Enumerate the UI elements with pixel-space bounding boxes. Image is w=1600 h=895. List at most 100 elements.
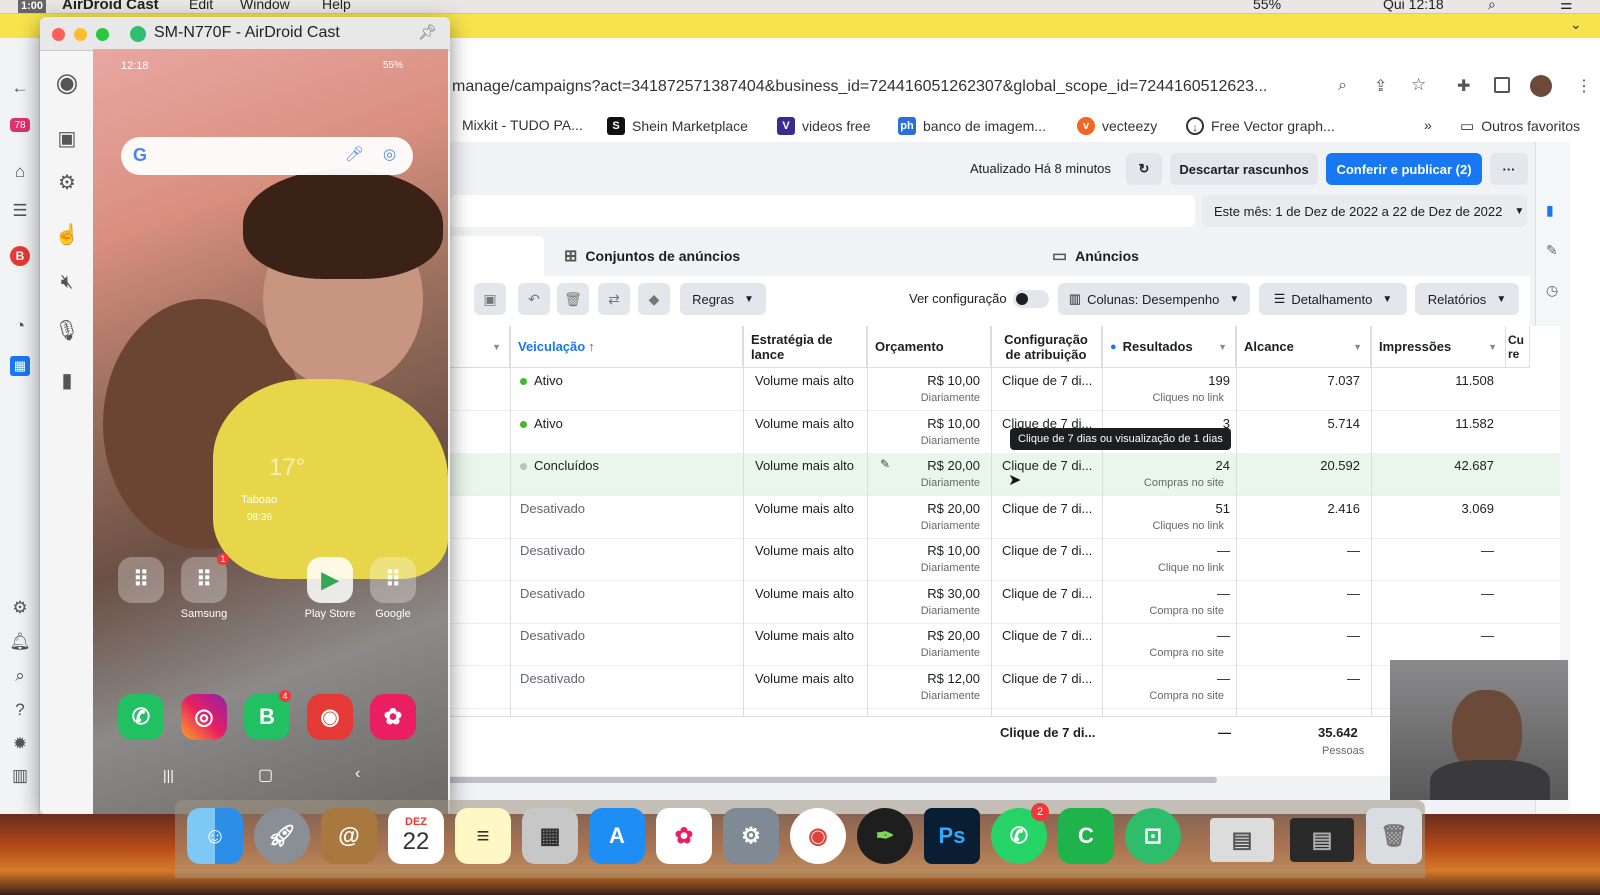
app-gallery[interactable]: ✿: [370, 694, 416, 740]
results-value[interactable]: —: [1130, 671, 1230, 686]
dock-launchpad[interactable]: 🚀︎: [254, 808, 310, 864]
bookmark-shein[interactable]: S Shein Marketplace: [607, 117, 748, 135]
avatar[interactable]: [1530, 75, 1552, 97]
extensions-icon[interactable]: ✚: [1457, 76, 1470, 96]
edit-pencil-icon[interactable]: ✎: [880, 457, 890, 471]
clock[interactable]: Qui 12:18: [1383, 0, 1444, 12]
view-config-toggle[interactable]: [1013, 290, 1049, 308]
more-options-button[interactable]: ···: [1490, 153, 1528, 185]
back-nav-icon[interactable]: ‹: [355, 765, 360, 783]
search-filter-bar[interactable]: [450, 195, 1195, 227]
bookmarks-more[interactable]: »: [1424, 117, 1432, 133]
minimize-window-button[interactable]: [74, 28, 87, 41]
results-value[interactable]: —: [1130, 586, 1230, 601]
close-window-button[interactable]: [52, 28, 65, 41]
dock-airdroid[interactable]: ⊡: [1125, 808, 1181, 864]
mic-off-icon[interactable]: 🎙︎: [54, 317, 80, 343]
table-row[interactable]: Desativado Volume mais alto R$ 10,00 Diaria…: [450, 538, 1560, 581]
user-icon[interactable]: ◉: [54, 67, 80, 97]
menu-help[interactable]: Help: [322, 0, 351, 12]
dock-facetime[interactable]: C: [1058, 808, 1114, 864]
settings-icon[interactable]: ⚙: [54, 169, 80, 195]
help-icon[interactable]: ?: [10, 700, 30, 720]
app-folder-google[interactable]: ⠿: [370, 557, 416, 603]
settings-icon[interactable]: ⚙: [10, 598, 30, 618]
table-row[interactable]: Ativo Volume mais alto R$ 10,00 Diariamente…: [450, 368, 1560, 411]
home-nav-icon[interactable]: ▢: [258, 765, 273, 785]
budget-value[interactable]: R$ 12,00: [920, 671, 980, 686]
results-value[interactable]: 24: [1130, 458, 1230, 473]
bookmark-vecteezy[interactable]: v vecteezy: [1077, 117, 1157, 135]
horizontal-scrollbar[interactable]: [442, 777, 1217, 783]
tab-adsets[interactable]: ⊞ Conjuntos de anúncios: [554, 236, 1032, 276]
bookmark-videos[interactable]: Vvideos free: [777, 117, 870, 135]
table-row[interactable]: Concluídos Volume mais alto ✎ R$ 20,00 Diari…: [450, 453, 1560, 496]
panel-icon[interactable]: ▥: [10, 766, 30, 786]
ab-test-button[interactable]: ⇄: [598, 283, 630, 315]
tab-campaigns[interactable]: [450, 236, 544, 276]
search-icon[interactable]: ⌕: [1488, 0, 1496, 13]
dock-chrome[interactable]: ◉: [790, 808, 846, 864]
app-folder-1[interactable]: ⠿: [118, 557, 164, 603]
bookmark-banco[interactable]: ph banco de imagem...: [898, 117, 1046, 135]
table-row[interactable]: Desativado Volume mais alto R$ 20,00 Diaria…: [450, 496, 1560, 539]
table-row[interactable]: Desativado Volume mais alto R$ 30,00 Diaria…: [450, 581, 1560, 624]
recents-nav-icon[interactable]: |||: [163, 767, 174, 783]
results-value[interactable]: —: [1130, 543, 1230, 558]
tab-ads[interactable]: ▭ Anúncios: [1042, 236, 1520, 276]
search-icon[interactable]: ⌕: [10, 666, 30, 686]
mic-icon[interactable]: 🎤︎: [345, 145, 364, 163]
dock-notes[interactable]: ≡: [455, 808, 511, 864]
breakdown-dropdown[interactable]: ☰ Detalhamento ▼: [1259, 283, 1407, 315]
column-header-reach[interactable]: Alcance ▼: [1236, 326, 1371, 368]
chevron-down-icon[interactable]: ⌄: [1570, 16, 1582, 33]
app-instagram[interactable]: ◎: [181, 694, 227, 740]
history-icon[interactable]: ◷: [1546, 282, 1558, 299]
bookmark-freevector[interactable]: ↓ Free Vector graph...: [1186, 117, 1335, 135]
dock-calendar[interactable]: DEZ 22: [388, 808, 444, 864]
results-value[interactable]: —: [1130, 628, 1230, 643]
column-header-cost[interactable]: Cu re: [1506, 326, 1530, 368]
date-range-picker[interactable]: Este mês: 1 de Dez de 2022 a 22 de Dez d…: [1202, 195, 1527, 227]
lens-icon[interactable]: ◎: [383, 145, 396, 163]
table-row[interactable]: Ativo Volume mais alto R$ 10,00 Diariamente…: [450, 411, 1560, 454]
columns-dropdown[interactable]: ▥ Colunas: Desempenho ▼: [1058, 283, 1250, 315]
column-header-delivery[interactable]: Veiculação ↑: [510, 326, 743, 368]
chart-icon[interactable]: ▮: [1546, 202, 1554, 219]
discard-drafts-button[interactable]: Descartar rascunhos: [1170, 153, 1318, 185]
column-header-budget[interactable]: Orçamento: [867, 326, 991, 368]
phone-screen[interactable]: 12:18 55% G 🎤︎ ◎ 17° Taboao 08:36 ⠿ ⠿ 1 …: [93, 49, 448, 814]
app-play-store[interactable]: ▶: [307, 557, 353, 603]
tag-button[interactable]: ◆: [638, 283, 670, 315]
app-camera[interactable]: ◉: [307, 694, 353, 740]
column-header-attribution[interactable]: Configuração de atribuição: [991, 326, 1102, 368]
column-header-impressions[interactable]: Impressões ▼: [1371, 326, 1506, 368]
menu-edit[interactable]: Edit: [189, 0, 213, 12]
menu-app-name[interactable]: AirDroid Cast: [62, 0, 159, 13]
gauge-icon[interactable]: ◔: [10, 316, 30, 336]
delete-button[interactable]: 🗑︎: [557, 283, 589, 315]
budget-value[interactable]: R$ 10,00: [920, 373, 980, 388]
edit-icon[interactable]: ✎: [1546, 242, 1558, 259]
menu-list-icon[interactable]: ☰: [1560, 0, 1573, 13]
results-value[interactable]: 51: [1130, 501, 1230, 516]
app-phone[interactable]: ✆: [118, 694, 164, 740]
budget-value[interactable]: R$ 10,00: [920, 543, 980, 558]
column-header-results[interactable]: ● Resultados ▼: [1102, 326, 1236, 368]
touch-icon[interactable]: ☝: [54, 221, 80, 247]
bug-icon[interactable]: ✹: [10, 734, 30, 754]
budget-value[interactable]: R$ 30,00: [920, 586, 980, 601]
zoom-icon[interactable]: ⌕: [1338, 77, 1347, 95]
dock-photoshop[interactable]: Ps: [924, 808, 980, 864]
zoom-window-button[interactable]: [96, 28, 109, 41]
menu-icon[interactable]: ☰: [10, 201, 30, 221]
rules-dropdown[interactable]: Regras ▼: [680, 283, 766, 315]
reports-dropdown[interactable]: Relatórios ▼: [1415, 283, 1519, 315]
dock-photos[interactable]: ✿: [656, 808, 712, 864]
undo-button[interactable]: ↶: [518, 283, 550, 315]
refresh-button[interactable]: ↻: [1126, 153, 1162, 185]
screen-add-icon[interactable]: ▣: [54, 125, 80, 151]
home-icon[interactable]: ⌂: [10, 162, 30, 182]
column-header-name[interactable]: ▼: [450, 326, 510, 368]
dock-system-preferences[interactable]: ⚙: [723, 808, 779, 864]
